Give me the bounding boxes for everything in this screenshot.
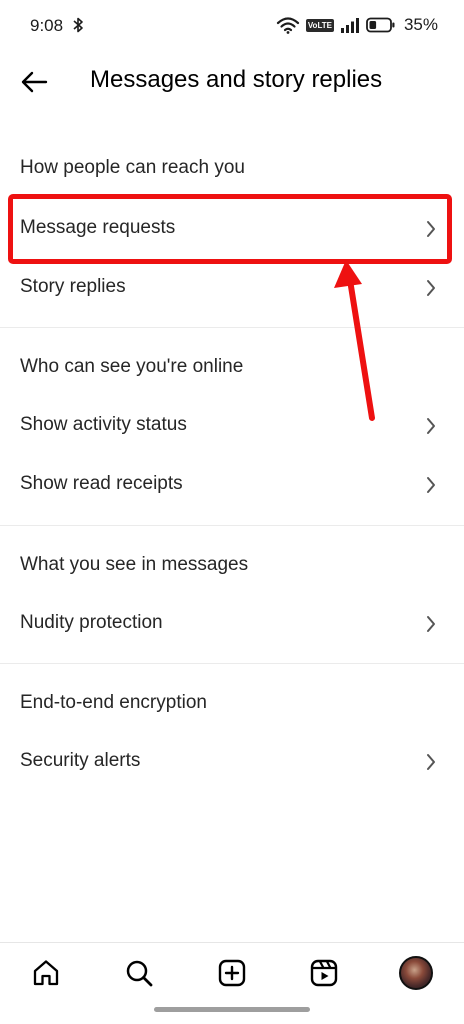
settings-row-nudity-protection[interactable]: Nudity protection (0, 595, 464, 653)
back-button[interactable] (14, 64, 54, 100)
settings-row-security-alerts[interactable]: Security alerts (0, 733, 464, 791)
row-label: Show read receipts (20, 473, 183, 494)
chevron-right-icon (427, 477, 435, 493)
settings-row-activity-status[interactable]: Show activity status (0, 397, 464, 455)
home-icon (33, 960, 59, 986)
reels-icon (310, 959, 338, 987)
chevron-right-icon (427, 616, 435, 632)
settings-row-read-receipts[interactable]: Show read receipts (0, 456, 464, 514)
signal-icon (340, 18, 359, 33)
volte-badge: VoLTE (305, 18, 334, 32)
page-title: Messages and story replies (90, 66, 383, 93)
nav-home[interactable] (24, 951, 68, 995)
status-bar: 9:08 VoLTE 35% (0, 0, 464, 52)
chevron-right-icon (427, 418, 435, 434)
create-icon (218, 959, 246, 987)
status-time: 9:08 (30, 16, 64, 35)
chevron-right-icon (427, 280, 435, 296)
profile-avatar (399, 956, 433, 990)
section-heading-encryption: End-to-end encryption (20, 692, 207, 713)
section-divider (0, 663, 464, 664)
battery-icon (366, 17, 395, 33)
search-icon (126, 960, 153, 987)
row-label: Nudity protection (20, 612, 163, 633)
row-label: Security alerts (20, 750, 141, 771)
nav-profile[interactable] (394, 951, 438, 995)
bottom-nav (0, 942, 464, 1001)
battery-percent: 35% (403, 15, 438, 34)
nav-create[interactable] (210, 951, 254, 995)
section-heading-online: Who can see you're online (20, 356, 244, 377)
bluetooth-icon (73, 17, 83, 33)
nav-reels[interactable] (302, 951, 346, 995)
nav-search[interactable] (117, 951, 161, 995)
settings-row-message-requests[interactable]: Message requests (0, 200, 464, 258)
chevron-right-icon (427, 221, 435, 237)
row-label: Show activity status (20, 414, 187, 435)
row-label: Message requests (20, 217, 176, 238)
wifi-icon (276, 17, 299, 34)
home-indicator (154, 1007, 310, 1012)
status-indicators: VoLTE 35% (276, 14, 438, 36)
row-label: Story replies (20, 276, 126, 297)
section-heading-messages: What you see in messages (20, 554, 249, 575)
settings-row-story-replies[interactable]: Story replies (0, 259, 464, 317)
back-arrow-icon (21, 71, 48, 93)
header: Messages and story replies (0, 52, 464, 110)
chevron-right-icon (427, 754, 435, 770)
section-heading-reach: How people can reach you (20, 157, 245, 178)
section-divider (0, 525, 464, 526)
section-divider (0, 327, 464, 328)
